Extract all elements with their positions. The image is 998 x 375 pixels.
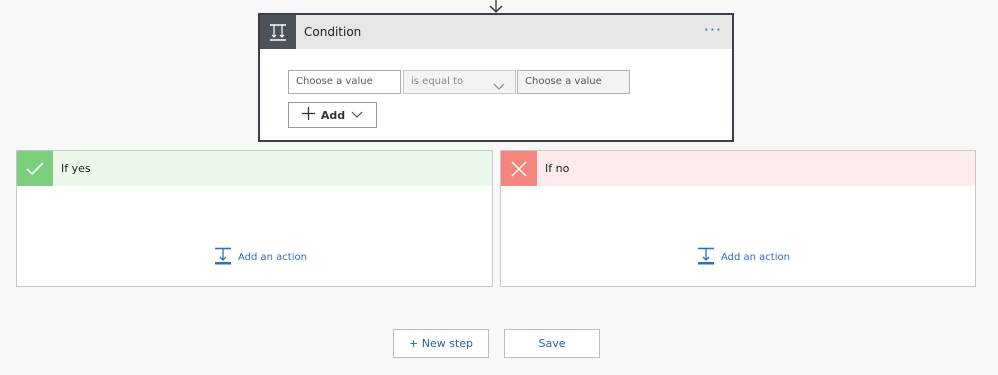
- arrow-down-icon: [486, 0, 506, 14]
- condition-title: Condition: [304, 25, 362, 39]
- save-label: Save: [538, 337, 566, 350]
- operator-label: is equal to: [411, 76, 464, 87]
- close-icon: [501, 151, 537, 186]
- right-value-input[interactable]: Choose a value: [517, 70, 630, 94]
- add-action-label: Add an action: [238, 251, 307, 263]
- add-action-label: Add an action: [721, 251, 790, 263]
- if-yes-header[interactable]: If yes: [17, 151, 492, 186]
- left-value-input[interactable]: Choose a value: [288, 70, 401, 94]
- if-yes-title: If yes: [61, 162, 91, 175]
- add-action-icon: [697, 247, 715, 268]
- condition-icon: [260, 15, 296, 49]
- save-button[interactable]: Save: [504, 329, 600, 358]
- if-no-header[interactable]: If no: [501, 151, 975, 186]
- chevron-down-icon: [493, 78, 505, 100]
- chevron-down-icon: [351, 109, 363, 122]
- checkmark-icon: [17, 151, 53, 186]
- if-yes-branch: If yes Add an action: [16, 150, 493, 287]
- add-action-link[interactable]: Add an action: [697, 247, 790, 267]
- new-step-button[interactable]: + New step: [393, 329, 489, 358]
- if-no-branch: If no Add an action: [500, 150, 976, 287]
- add-action-icon: [214, 247, 232, 268]
- if-no-title: If no: [545, 162, 570, 175]
- plus-icon: [301, 107, 315, 123]
- add-label: Add: [320, 108, 346, 122]
- new-step-label: + New step: [409, 337, 473, 350]
- condition-card: Condition ··· Choose a value is equal to…: [258, 13, 734, 142]
- operator-select[interactable]: is equal to: [403, 70, 516, 94]
- more-options-button[interactable]: ···: [704, 15, 722, 49]
- add-button[interactable]: Add: [288, 102, 377, 128]
- add-action-link[interactable]: Add an action: [214, 247, 307, 267]
- condition-header[interactable]: Condition ···: [260, 15, 732, 49]
